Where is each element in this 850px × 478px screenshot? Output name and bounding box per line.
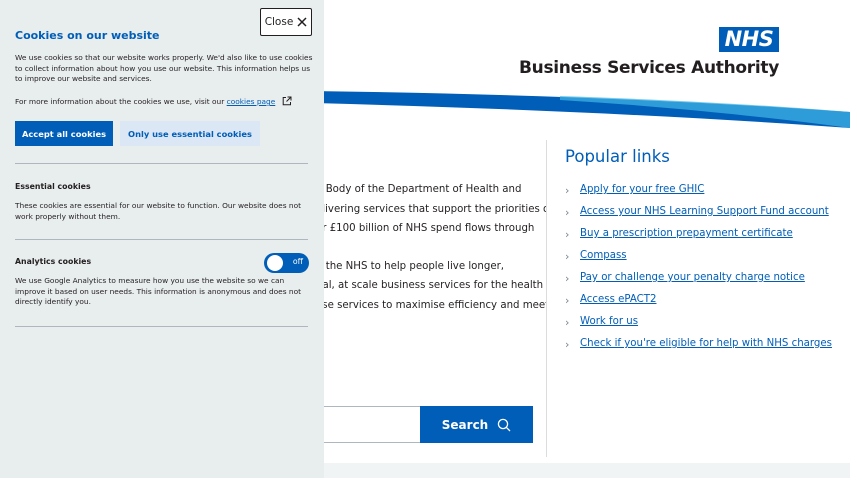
close-button[interactable]: Close: [260, 8, 312, 36]
popular-link-compass[interactable]: Compass: [580, 250, 627, 261]
popular-link-learning-support-fund[interactable]: Access your NHS Learning Support Fund ac…: [580, 206, 829, 217]
cookie-banner: Close Cookies on our website We use cook…: [0, 0, 324, 478]
essential-cookies-only-button[interactable]: Only use essential cookies: [120, 121, 260, 146]
cookie-banner-title: Cookies on our website: [15, 29, 160, 42]
list-item: › Compass: [565, 249, 835, 263]
chevron-right-icon: ›: [565, 184, 570, 197]
intro-line: n Body of the Department of Health and: [316, 184, 522, 195]
search-icon: [497, 418, 511, 431]
organisation-name: Business Services Authority: [519, 58, 779, 78]
intro-line: p the NHS to help people live longer,: [316, 260, 505, 272]
divider: [15, 163, 308, 164]
toggle-knob: [267, 255, 283, 271]
chevron-right-icon: ›: [565, 250, 570, 263]
cookies-page-link[interactable]: cookies page: [227, 97, 276, 106]
divider: [15, 239, 308, 240]
nhs-logo[interactable]: NHS: [719, 27, 779, 52]
accept-all-cookies-button[interactable]: Accept all cookies: [15, 121, 113, 146]
intro-paragraph-1: n Body of the Department of Health and e…: [316, 180, 546, 239]
column-divider: [546, 140, 547, 457]
popular-links-heading: Popular links: [565, 147, 670, 166]
chevron-right-icon: ›: [565, 206, 570, 219]
list-item: › Buy a prescription prepayment certifica…: [565, 227, 835, 241]
essential-cookies-title: Essential cookies: [15, 182, 91, 191]
chevron-right-icon: ›: [565, 294, 570, 307]
list-item: › Access ePACT2: [565, 293, 835, 307]
intro-paragraph-2: p the NHS to help people live longer, na…: [316, 257, 546, 316]
divider: [15, 326, 308, 327]
chevron-right-icon: ›: [565, 272, 570, 285]
popular-link-penalty-charge[interactable]: Pay or challenge your penalty charge not…: [580, 272, 805, 283]
intro-line: nal, at scale business services for the …: [316, 280, 544, 291]
chevron-right-icon: ›: [565, 316, 570, 329]
search-input[interactable]: [316, 406, 420, 443]
popular-links-list: › Apply for your free GHIC › Access your N…: [565, 183, 835, 351]
list-item: › Pay or challenge your penalty charge no…: [565, 271, 835, 285]
cookie-banner-description: We use cookies so that our website works…: [15, 53, 313, 84]
search-button[interactable]: Search: [420, 406, 533, 443]
analytics-cookies-text: We use Google Analytics to measure how y…: [15, 276, 302, 307]
popular-links: Popular links › Apply for your free GHIC …: [565, 147, 835, 359]
close-icon: [297, 17, 307, 27]
list-item: › Apply for your free GHIC: [565, 183, 835, 197]
analytics-cookies-title: Analytics cookies: [15, 257, 92, 266]
essential-cookies-text: These cookies are essential for our webs…: [15, 201, 302, 221]
cookie-more-info-text: For more information about the cookies w…: [15, 97, 225, 106]
cookie-more-info: For more information about the cookies w…: [15, 96, 315, 107]
popular-link-prescription-certificate[interactable]: Buy a prescription prepayment certificat…: [580, 228, 793, 239]
search-button-label: Search: [441, 417, 489, 432]
toggle-state-label: off: [292, 257, 303, 266]
popular-link-epact2[interactable]: Access ePACT2: [580, 294, 656, 305]
intro-line: ese services to maximise efficiency and …: [316, 299, 546, 311]
external-link-icon: [282, 96, 292, 106]
popular-link-ghic[interactable]: Apply for your free GHIC: [580, 184, 704, 195]
popular-link-nhs-charges[interactable]: Check if you're eligible for help with N…: [580, 338, 832, 349]
chevron-right-icon: ›: [565, 228, 570, 241]
list-item: › Check if you're eligible for help with …: [565, 337, 835, 351]
intro-text: n Body of the Department of Health and e…: [316, 180, 546, 333]
analytics-cookies-toggle[interactable]: off: [264, 253, 309, 273]
popular-link-work-for-us[interactable]: Work for us: [580, 316, 638, 327]
list-item: › Work for us: [565, 315, 835, 329]
chevron-right-icon: ›: [565, 338, 570, 351]
intro-line: elivering services that support the prio…: [316, 203, 546, 215]
close-button-label: Close: [264, 16, 294, 28]
intro-line: er £100 billion of NHS spend flows throu…: [316, 223, 535, 234]
list-item: › Access your NHS Learning Support Fund a…: [565, 205, 835, 219]
